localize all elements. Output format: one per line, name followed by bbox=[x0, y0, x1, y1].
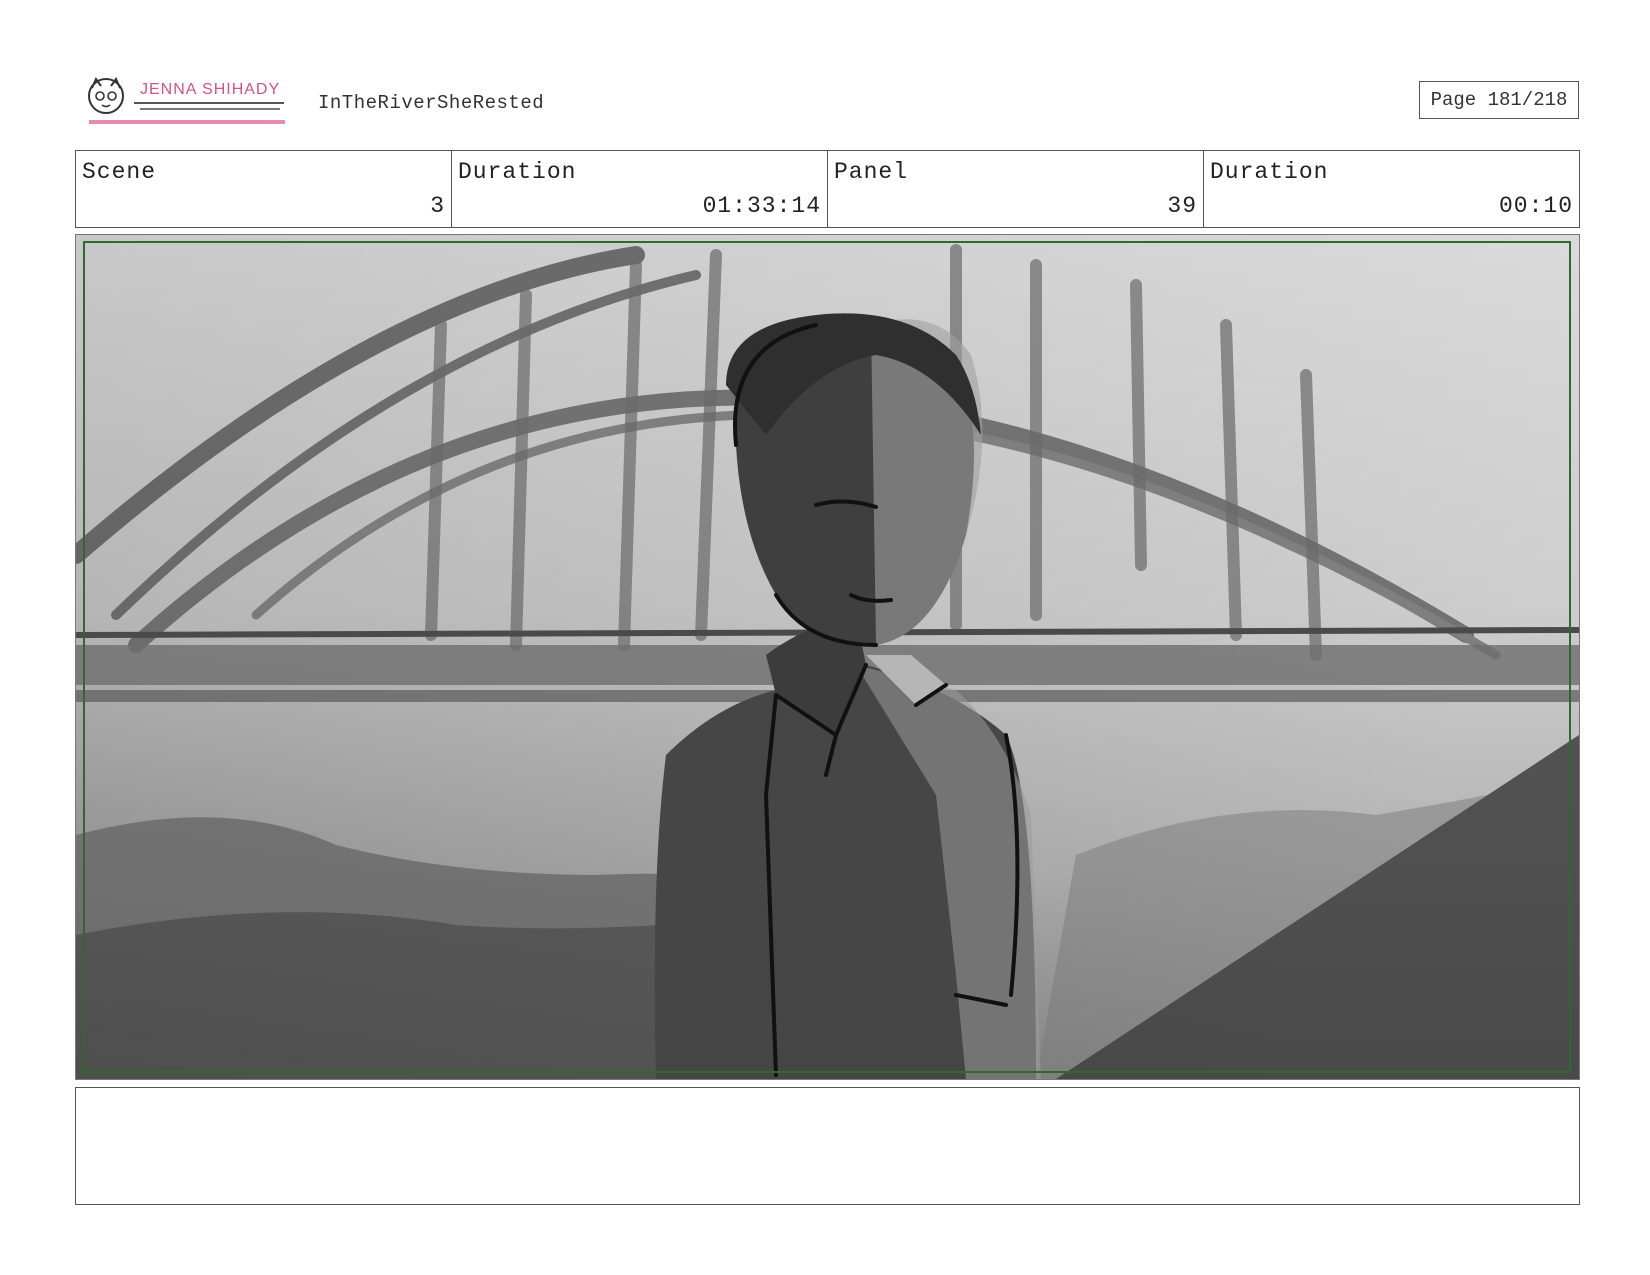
project-title: InTheRiverSheRested bbox=[318, 92, 545, 114]
panel-duration-value: 00:10 bbox=[1498, 193, 1573, 219]
logo-mascot-icon bbox=[88, 76, 124, 114]
scene-cell: Scene 3 bbox=[76, 151, 452, 227]
artist-logo: JENNA SHIHADY bbox=[84, 74, 290, 128]
page-indicator: Page 181/218 bbox=[1419, 81, 1579, 119]
panel-duration-label: Duration bbox=[1210, 159, 1329, 185]
storyboard-panel bbox=[75, 234, 1580, 1080]
panel-info-table: Scene 3 Duration 01:33:14 Panel 39 Durat… bbox=[75, 150, 1580, 228]
scene-duration-value: 01:33:14 bbox=[702, 193, 821, 219]
panel-label: Panel bbox=[834, 159, 909, 185]
storyboard-sketch bbox=[76, 235, 1579, 1079]
panel-duration-cell: Duration 00:10 bbox=[1204, 151, 1579, 227]
scene-label: Scene bbox=[82, 159, 157, 185]
panel-notes-box bbox=[75, 1087, 1580, 1205]
scene-duration-label: Duration bbox=[458, 159, 577, 185]
panel-cell: Panel 39 bbox=[828, 151, 1204, 227]
logo-wordmark: JENNA SHIHADY bbox=[140, 81, 280, 98]
panel-number: 39 bbox=[1167, 193, 1197, 219]
scene-duration-cell: Duration 01:33:14 bbox=[452, 151, 828, 227]
scene-number: 3 bbox=[430, 193, 445, 219]
